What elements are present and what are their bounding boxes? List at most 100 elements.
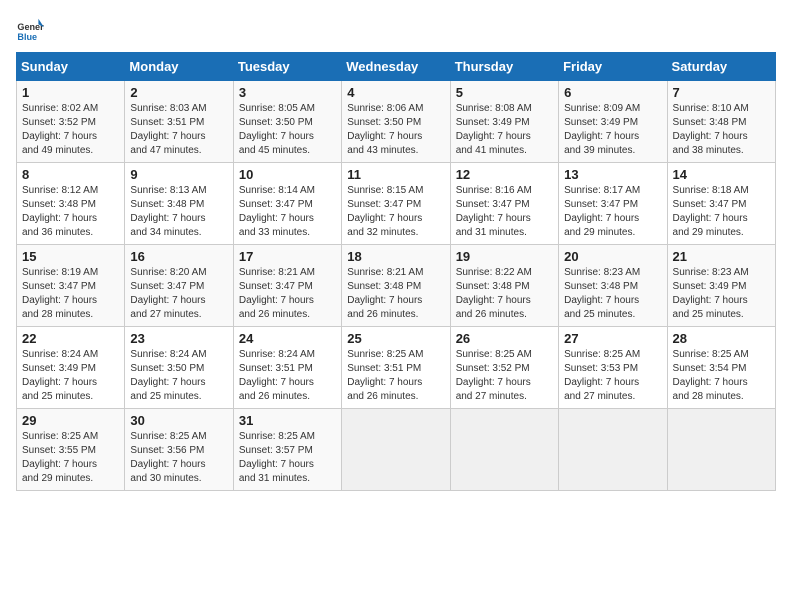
- calendar-day-cell: 8 Sunrise: 8:12 AM Sunset: 3:48 PM Daylig…: [17, 163, 125, 245]
- day-info: Sunrise: 8:22 AM Sunset: 3:48 PM Dayligh…: [456, 266, 553, 322]
- calendar-week-row: 1 Sunrise: 8:02 AM Sunset: 3:52 PM Daylig…: [17, 81, 776, 163]
- calendar-table: SundayMondayTuesdayWednesdayThursdayFrid…: [16, 52, 776, 491]
- calendar-week-row: 22 Sunrise: 8:24 AM Sunset: 3:49 PM Dayli…: [17, 327, 776, 409]
- weekday-header-thursday: Thursday: [450, 53, 558, 81]
- day-number: 3: [239, 85, 336, 100]
- day-info: Sunrise: 8:25 AM Sunset: 3:53 PM Dayligh…: [564, 348, 661, 404]
- calendar-day-cell: 12 Sunrise: 8:16 AM Sunset: 3:47 PM Dayli…: [450, 163, 558, 245]
- day-number: 11: [347, 167, 444, 182]
- day-number: 19: [456, 249, 553, 264]
- day-info: Sunrise: 8:17 AM Sunset: 3:47 PM Dayligh…: [564, 184, 661, 240]
- weekday-header-monday: Monday: [125, 53, 233, 81]
- calendar-day-cell: 22 Sunrise: 8:24 AM Sunset: 3:49 PM Dayli…: [17, 327, 125, 409]
- weekday-header-sunday: Sunday: [17, 53, 125, 81]
- day-info: Sunrise: 8:16 AM Sunset: 3:47 PM Dayligh…: [456, 184, 553, 240]
- day-number: 28: [673, 331, 770, 346]
- day-info: Sunrise: 8:25 AM Sunset: 3:51 PM Dayligh…: [347, 348, 444, 404]
- calendar-day-cell: 1 Sunrise: 8:02 AM Sunset: 3:52 PM Daylig…: [17, 81, 125, 163]
- calendar-day-cell: 10 Sunrise: 8:14 AM Sunset: 3:47 PM Dayli…: [233, 163, 341, 245]
- weekday-header-friday: Friday: [559, 53, 667, 81]
- calendar-day-cell: 3Sunrise: 8:05 AM Sunset: 3:50 PM Daylig…: [233, 81, 341, 163]
- calendar-day-cell: 15 Sunrise: 8:19 AM Sunset: 3:47 PM Dayli…: [17, 245, 125, 327]
- calendar-week-row: 29 Sunrise: 8:25 AM Sunset: 3:55 PM Dayli…: [17, 409, 776, 491]
- calendar-day-cell: 16 Sunrise: 8:20 AM Sunset: 3:47 PM Dayli…: [125, 245, 233, 327]
- day-number: 8: [22, 167, 119, 182]
- day-number: 26: [456, 331, 553, 346]
- day-number: 13: [564, 167, 661, 182]
- calendar-day-cell: 14 Sunrise: 8:18 AM Sunset: 3:47 PM Dayli…: [667, 163, 775, 245]
- day-number: 29: [22, 413, 119, 428]
- calendar-day-cell: 9 Sunrise: 8:13 AM Sunset: 3:48 PM Daylig…: [125, 163, 233, 245]
- day-info: Sunrise: 8:20 AM Sunset: 3:47 PM Dayligh…: [130, 266, 227, 322]
- calendar-day-cell: [450, 409, 558, 491]
- day-number: 20: [564, 249, 661, 264]
- day-number: 27: [564, 331, 661, 346]
- day-number: 23: [130, 331, 227, 346]
- calendar-day-cell: 28 Sunrise: 8:25 AM Sunset: 3:54 PM Dayli…: [667, 327, 775, 409]
- day-number: 30: [130, 413, 227, 428]
- calendar-day-cell: 6 Sunrise: 8:09 AM Sunset: 3:49 PM Daylig…: [559, 81, 667, 163]
- calendar-day-cell: 11 Sunrise: 8:15 AM Sunset: 3:47 PM Dayli…: [342, 163, 450, 245]
- day-number: 5: [456, 85, 553, 100]
- day-number: 14: [673, 167, 770, 182]
- weekday-header-tuesday: Tuesday: [233, 53, 341, 81]
- page-header: General Blue: [16, 16, 776, 44]
- calendar-day-cell: 19 Sunrise: 8:22 AM Sunset: 3:48 PM Dayli…: [450, 245, 558, 327]
- day-number: 2: [130, 85, 227, 100]
- calendar-day-cell: [342, 409, 450, 491]
- calendar-day-cell: 31 Sunrise: 8:25 AM Sunset: 3:57 PM Dayli…: [233, 409, 341, 491]
- calendar-week-row: 8 Sunrise: 8:12 AM Sunset: 3:48 PM Daylig…: [17, 163, 776, 245]
- day-number: 12: [456, 167, 553, 182]
- day-number: 15: [22, 249, 119, 264]
- calendar-day-cell: 29 Sunrise: 8:25 AM Sunset: 3:55 PM Dayli…: [17, 409, 125, 491]
- day-info: Sunrise: 8:25 AM Sunset: 3:54 PM Dayligh…: [673, 348, 770, 404]
- calendar-day-cell: 21 Sunrise: 8:23 AM Sunset: 3:49 PM Dayli…: [667, 245, 775, 327]
- day-info: Sunrise: 8:06 AM Sunset: 3:50 PM Dayligh…: [347, 102, 444, 158]
- calendar-day-cell: 26Sunrise: 8:25 AM Sunset: 3:52 PM Dayli…: [450, 327, 558, 409]
- day-info: Sunrise: 8:24 AM Sunset: 3:51 PM Dayligh…: [239, 348, 336, 404]
- calendar-day-cell: 5 Sunrise: 8:08 AM Sunset: 3:49 PM Daylig…: [450, 81, 558, 163]
- day-number: 22: [22, 331, 119, 346]
- day-info: Sunrise: 8:15 AM Sunset: 3:47 PM Dayligh…: [347, 184, 444, 240]
- calendar-day-cell: 25 Sunrise: 8:25 AM Sunset: 3:51 PM Dayli…: [342, 327, 450, 409]
- day-number: 17: [239, 249, 336, 264]
- calendar-day-cell: 24 Sunrise: 8:24 AM Sunset: 3:51 PM Dayli…: [233, 327, 341, 409]
- day-info: Sunrise: 8:23 AM Sunset: 3:49 PM Dayligh…: [673, 266, 770, 322]
- day-number: 6: [564, 85, 661, 100]
- logo-icon: General Blue: [16, 16, 44, 44]
- day-info: Sunrise: 8:13 AM Sunset: 3:48 PM Dayligh…: [130, 184, 227, 240]
- day-info: Sunrise: 8:19 AM Sunset: 3:47 PM Dayligh…: [22, 266, 119, 322]
- day-number: 21: [673, 249, 770, 264]
- day-info: Sunrise: 8:24 AM Sunset: 3:50 PM Dayligh…: [130, 348, 227, 404]
- day-info: Sunrise: 8:08 AM Sunset: 3:49 PM Dayligh…: [456, 102, 553, 158]
- day-number: 31: [239, 413, 336, 428]
- day-info: Sunrise: 8:10 AM Sunset: 3:48 PM Dayligh…: [673, 102, 770, 158]
- day-info: Sunrise: 8:23 AM Sunset: 3:48 PM Dayligh…: [564, 266, 661, 322]
- day-number: 25: [347, 331, 444, 346]
- calendar-day-cell: 20 Sunrise: 8:23 AM Sunset: 3:48 PM Dayli…: [559, 245, 667, 327]
- day-info: Sunrise: 8:09 AM Sunset: 3:49 PM Dayligh…: [564, 102, 661, 158]
- calendar-day-cell: 2Sunrise: 8:03 AM Sunset: 3:51 PM Daylig…: [125, 81, 233, 163]
- day-info: Sunrise: 8:02 AM Sunset: 3:52 PM Dayligh…: [22, 102, 119, 158]
- calendar-week-row: 15 Sunrise: 8:19 AM Sunset: 3:47 PM Dayli…: [17, 245, 776, 327]
- day-info: Sunrise: 8:25 AM Sunset: 3:55 PM Dayligh…: [22, 430, 119, 486]
- calendar-day-cell: 13 Sunrise: 8:17 AM Sunset: 3:47 PM Dayli…: [559, 163, 667, 245]
- day-number: 4: [347, 85, 444, 100]
- day-number: 9: [130, 167, 227, 182]
- day-info: Sunrise: 8:24 AM Sunset: 3:49 PM Dayligh…: [22, 348, 119, 404]
- day-number: 18: [347, 249, 444, 264]
- day-info: Sunrise: 8:12 AM Sunset: 3:48 PM Dayligh…: [22, 184, 119, 240]
- day-info: Sunrise: 8:25 AM Sunset: 3:56 PM Dayligh…: [130, 430, 227, 486]
- day-info: Sunrise: 8:25 AM Sunset: 3:57 PM Dayligh…: [239, 430, 336, 486]
- day-info: Sunrise: 8:18 AM Sunset: 3:47 PM Dayligh…: [673, 184, 770, 240]
- calendar-day-cell: 23 Sunrise: 8:24 AM Sunset: 3:50 PM Dayli…: [125, 327, 233, 409]
- calendar-day-cell: 18Sunrise: 8:21 AM Sunset: 3:48 PM Dayli…: [342, 245, 450, 327]
- day-number: 24: [239, 331, 336, 346]
- day-number: 10: [239, 167, 336, 182]
- day-number: 1: [22, 85, 119, 100]
- day-number: 16: [130, 249, 227, 264]
- calendar-day-cell: [667, 409, 775, 491]
- calendar-day-cell: 30 Sunrise: 8:25 AM Sunset: 3:56 PM Dayli…: [125, 409, 233, 491]
- day-info: Sunrise: 8:14 AM Sunset: 3:47 PM Dayligh…: [239, 184, 336, 240]
- svg-text:Blue: Blue: [17, 32, 37, 42]
